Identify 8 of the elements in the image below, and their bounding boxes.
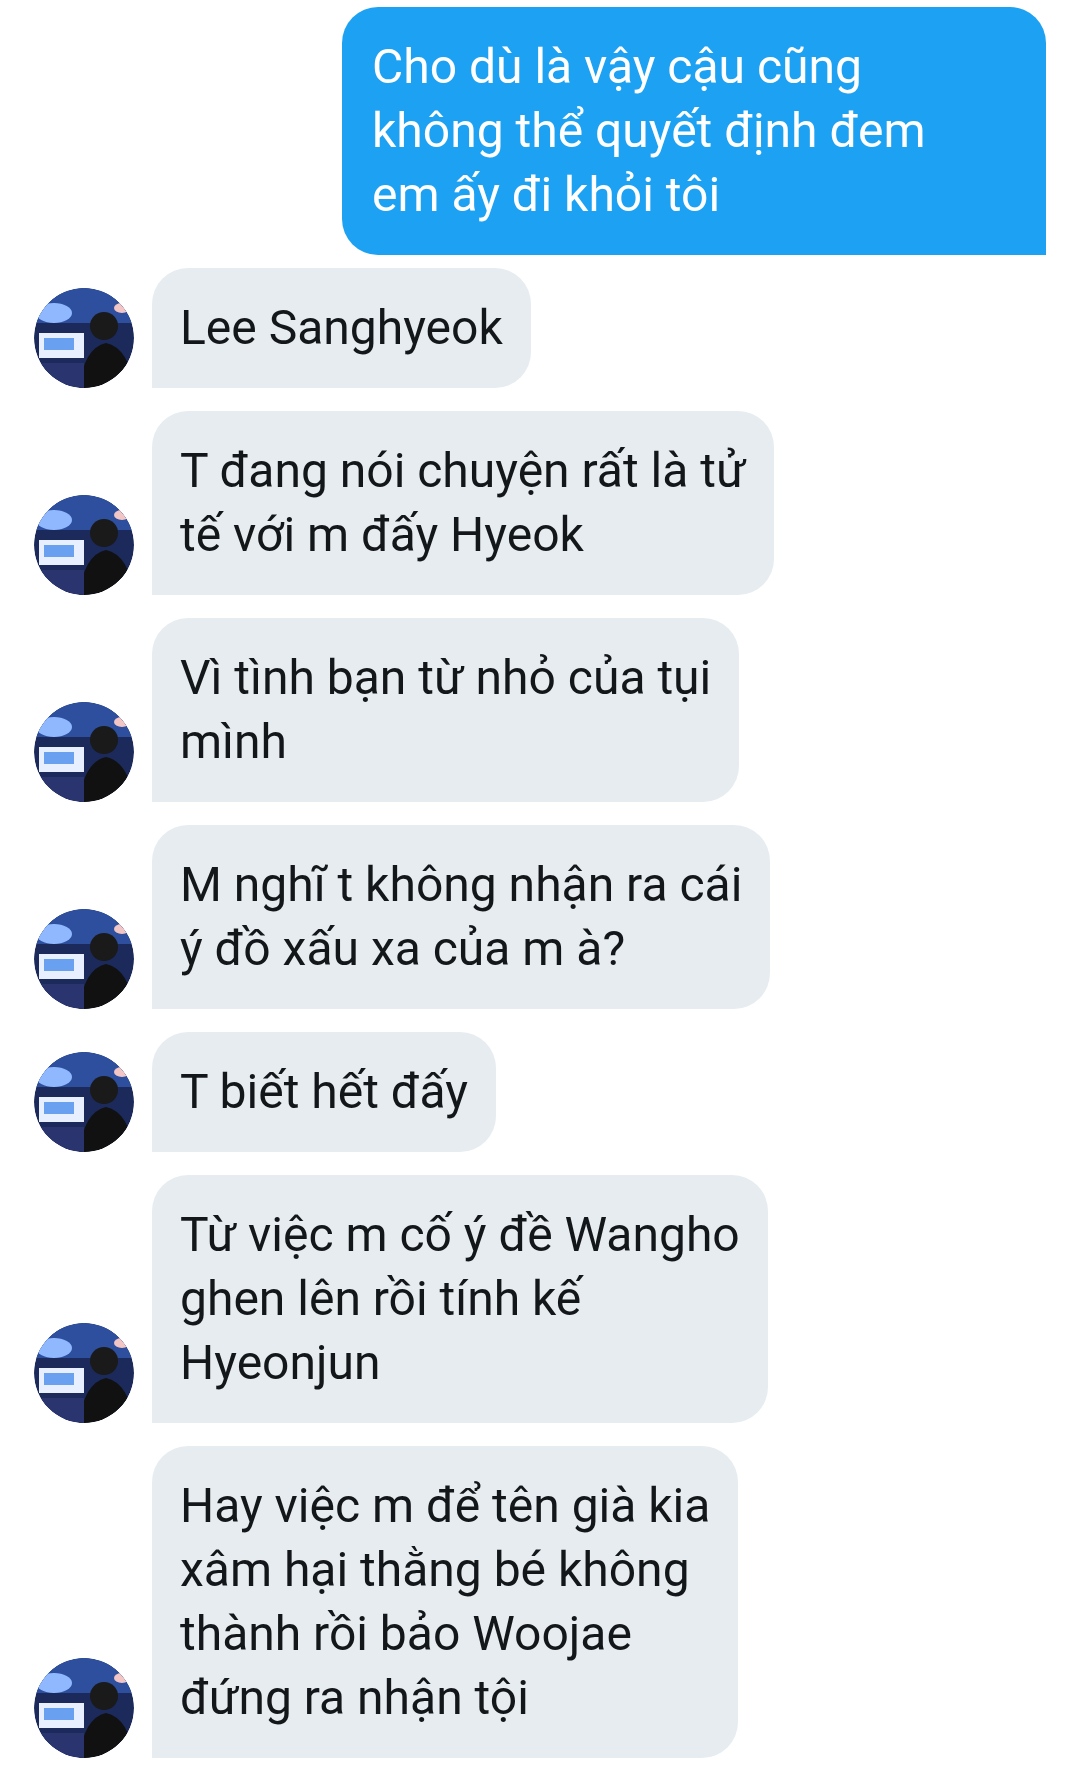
- message-bubble: Cho dù là vậy cậu cũng không thể quyết định đem em ấy đi khỏi tôi: [342, 7, 1046, 255]
- message-bubble: Từ việc m cố ý đề Wangho ghen lên rồi tính kế Hyeonjun: [152, 1175, 768, 1423]
- message-bubble: Vì tình bạn từ nhỏ của tụi mình: [152, 618, 740, 802]
- message-bubble: Lee Sanghyeok: [152, 268, 531, 388]
- message-bubble: Hay việc m để tên già kia xâm hại thằng bé không thành rồi bảo Woojae đứng ra nhận tội: [152, 1446, 739, 1758]
- message-bubble: T đang nói chuyện rất là tử tế với m đấy Hyeok: [152, 411, 774, 595]
- message-bubble: T biết hết đấy: [152, 1032, 496, 1152]
- message-bubble: M nghĩ t không nhận ra cái ý đồ xấu xa của m à?: [152, 825, 771, 1009]
